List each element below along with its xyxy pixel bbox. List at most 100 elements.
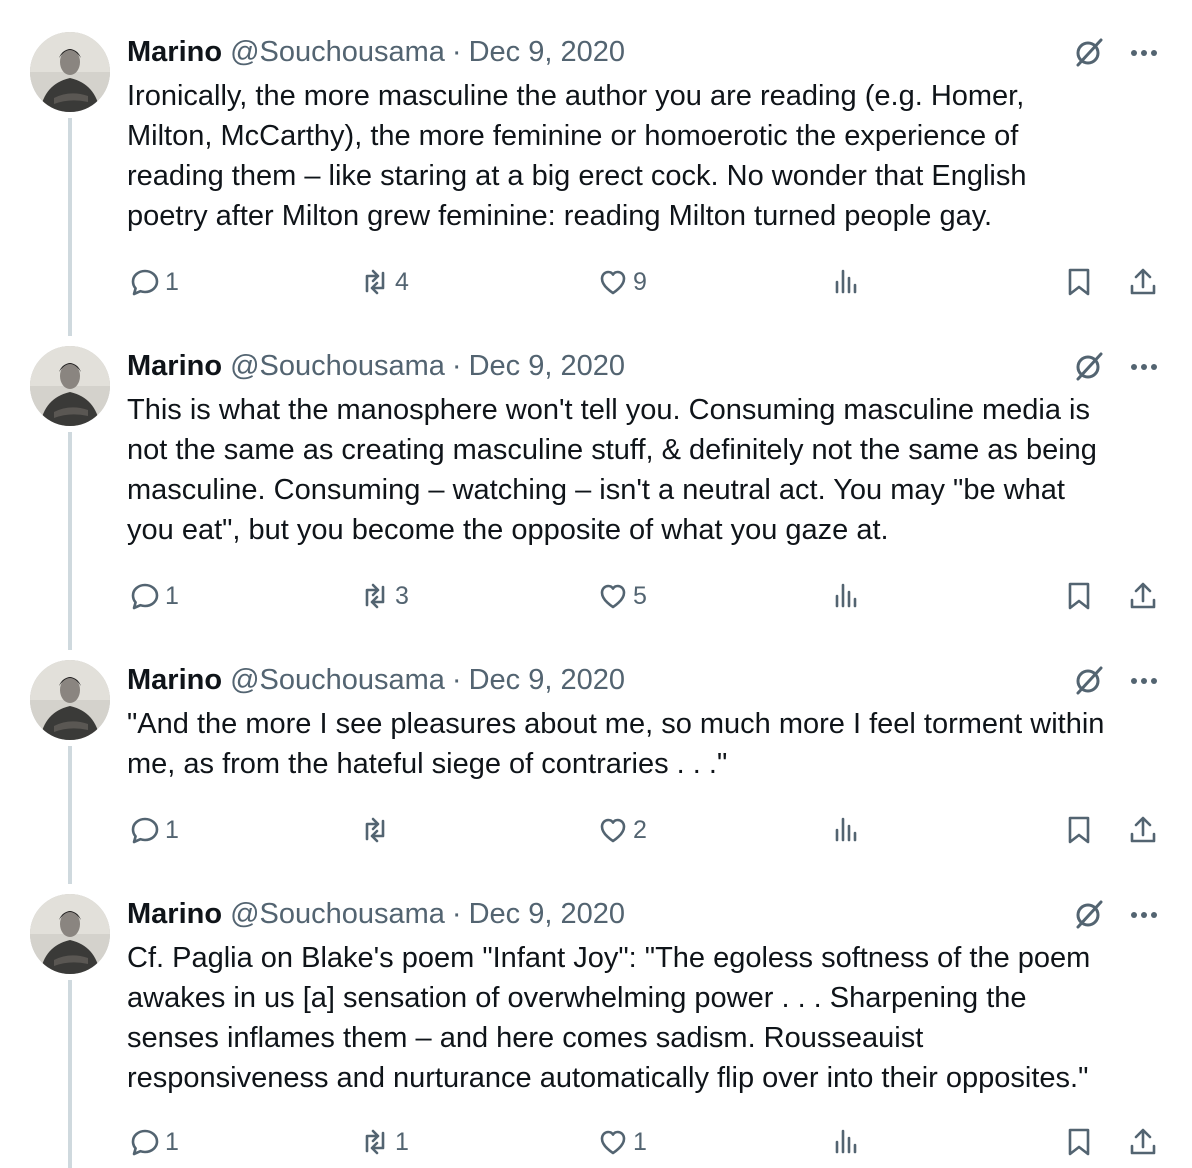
tweet-header: Marino @Souchousama · Dec 9, 2020 — [127, 346, 625, 386]
reply-icon — [131, 817, 159, 844]
retweet-count: 1 — [395, 1127, 409, 1156]
views-button[interactable] — [831, 576, 867, 616]
avatar[interactable] — [30, 894, 110, 974]
bookmark-icon — [1068, 268, 1090, 296]
bookmark-button[interactable] — [1063, 262, 1095, 302]
reply-button[interactable]: 1 — [129, 576, 179, 616]
reply-button[interactable]: 1 — [129, 810, 179, 850]
like-button[interactable]: 2 — [597, 810, 647, 850]
like-count: 1 — [633, 1127, 647, 1156]
author-name[interactable]: Marino — [127, 664, 222, 697]
retweet-icon — [365, 1129, 385, 1155]
tweet[interactable]: Marino @Souchousama · Dec 9, 2020 "And t… — [0, 660, 1192, 860]
reply-count: 1 — [165, 267, 179, 296]
tweet[interactable]: Marino @Souchousama · Dec 9, 2020 Cf. Pa… — [0, 894, 1192, 1168]
bookmark-icon — [1068, 582, 1090, 610]
retweet-icon — [365, 269, 385, 295]
avatar[interactable] — [30, 32, 110, 112]
like-button[interactable]: 9 — [597, 262, 647, 302]
tweet-date[interactable]: Dec 9, 2020 — [469, 898, 625, 931]
reply-icon — [131, 583, 159, 610]
author-handle[interactable]: @Souchousama — [230, 350, 445, 383]
share-icon — [1130, 268, 1156, 295]
reply-button[interactable]: 1 — [129, 1122, 179, 1162]
more-icon[interactable] — [1124, 664, 1164, 698]
retweet-button[interactable] — [359, 810, 395, 850]
author-handle[interactable]: @Souchousama — [230, 898, 445, 931]
tweet-date[interactable]: Dec 9, 2020 — [469, 36, 625, 69]
share-icon — [1130, 582, 1156, 609]
share-icon — [1130, 816, 1156, 843]
separator: · — [451, 663, 462, 696]
tweet-text: This is what the manosphere won't tell y… — [127, 394, 1097, 546]
bookmark-button[interactable] — [1063, 810, 1095, 850]
share-button[interactable] — [1127, 262, 1159, 302]
heart-icon — [600, 270, 626, 295]
like-count: 5 — [633, 581, 647, 610]
author-name[interactable]: Marino — [127, 350, 222, 383]
views-button[interactable] — [831, 810, 867, 850]
action-bar: 1 4 9 — [127, 262, 1177, 302]
separator: · — [451, 349, 462, 382]
tweet-date[interactable]: Dec 9, 2020 — [469, 664, 625, 697]
action-bar: 1 1 1 — [127, 1122, 1177, 1162]
share-button[interactable] — [1127, 810, 1159, 850]
heart-icon — [600, 818, 626, 843]
tweet[interactable]: Marino @Souchousama · Dec 9, 2020 This i… — [0, 346, 1192, 626]
bookmark-button[interactable] — [1063, 576, 1095, 616]
reply-icon — [131, 1129, 159, 1156]
tweet-text: Ironically, the more masculine the autho… — [127, 80, 1027, 232]
like-count: 9 — [633, 267, 647, 296]
grok-icon[interactable] — [1072, 350, 1106, 384]
author-handle[interactable]: @Souchousama — [230, 36, 445, 69]
like-button[interactable]: 1 — [597, 1122, 647, 1162]
retweet-icon — [365, 583, 385, 609]
more-icon[interactable] — [1124, 898, 1164, 932]
reply-count: 1 — [165, 1127, 179, 1156]
tweet-header: Marino @Souchousama · Dec 9, 2020 — [127, 32, 625, 72]
tweet-date[interactable]: Dec 9, 2020 — [469, 350, 625, 383]
views-icon — [835, 1129, 857, 1154]
more-icon[interactable] — [1124, 350, 1164, 384]
reply-count: 1 — [165, 815, 179, 844]
retweet-count: 4 — [395, 267, 409, 296]
tweet-header: Marino @Souchousama · Dec 9, 2020 — [127, 660, 625, 700]
retweet-icon — [365, 817, 385, 843]
retweet-button[interactable]: 3 — [359, 576, 409, 616]
views-icon — [835, 269, 857, 294]
heart-icon — [600, 1130, 626, 1155]
separator: · — [451, 897, 462, 930]
retweet-count: 3 — [395, 581, 409, 610]
bookmark-icon — [1068, 1128, 1090, 1156]
tweet-header: Marino @Souchousama · Dec 9, 2020 — [127, 894, 625, 934]
share-button[interactable] — [1127, 576, 1159, 616]
more-icon[interactable] — [1124, 36, 1164, 70]
reply-button[interactable]: 1 — [129, 262, 179, 302]
tweet[interactable]: Marino @Souchousama · Dec 9, 2020 Ironic… — [0, 32, 1192, 312]
share-icon — [1130, 1128, 1156, 1155]
tweet-text: "And the more I see pleasures about me, … — [127, 708, 1105, 780]
views-button[interactable] — [831, 1122, 867, 1162]
views-icon — [835, 817, 857, 842]
avatar[interactable] — [30, 660, 110, 740]
author-handle[interactable]: @Souchousama — [230, 664, 445, 697]
reply-icon — [131, 269, 159, 296]
share-button[interactable] — [1127, 1122, 1159, 1162]
retweet-button[interactable]: 1 — [359, 1122, 409, 1162]
grok-icon[interactable] — [1072, 898, 1106, 932]
reply-count: 1 — [165, 581, 179, 610]
separator: · — [451, 35, 462, 68]
grok-icon[interactable] — [1072, 664, 1106, 698]
author-name[interactable]: Marino — [127, 36, 222, 69]
like-button[interactable]: 5 — [597, 576, 647, 616]
avatar[interactable] — [30, 346, 110, 426]
tweet-text: Cf. Paglia on Blake's poem "Infant Joy":… — [127, 942, 1091, 1094]
author-name[interactable]: Marino — [127, 898, 222, 931]
bookmark-button[interactable] — [1063, 1122, 1095, 1162]
retweet-button[interactable]: 4 — [359, 262, 409, 302]
like-count: 2 — [633, 815, 647, 844]
views-button[interactable] — [831, 262, 867, 302]
action-bar: 1 2 — [127, 810, 1177, 850]
bookmark-icon — [1068, 816, 1090, 844]
grok-icon[interactable] — [1072, 36, 1106, 70]
